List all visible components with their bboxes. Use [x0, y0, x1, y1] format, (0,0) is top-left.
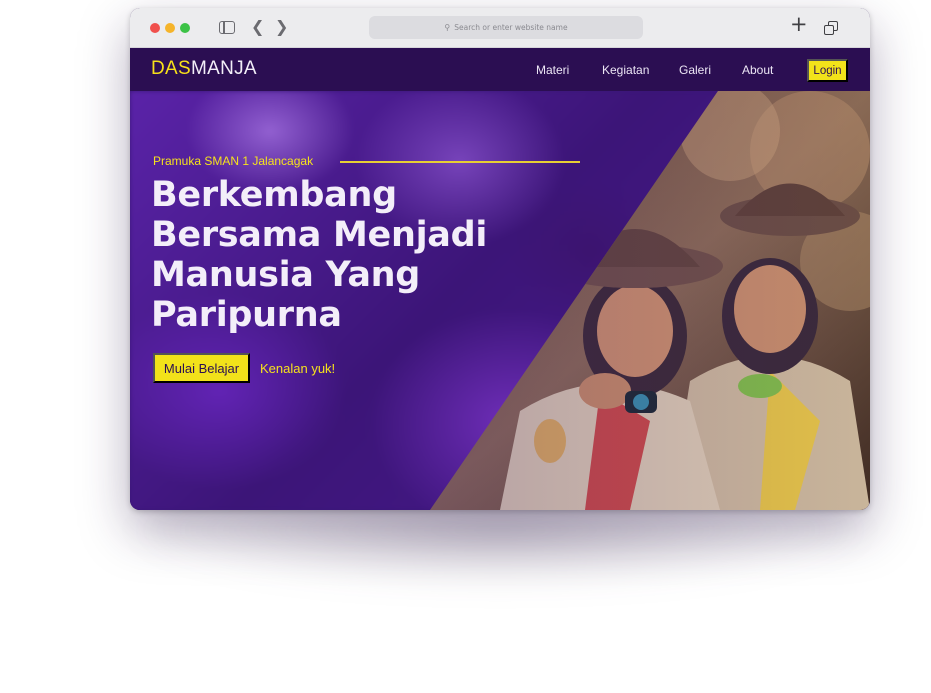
- minimize-window-button[interactable]: [165, 23, 175, 33]
- hero-section: Pramuka SMAN 1 Jalancagak Berkembang Ber…: [130, 91, 870, 510]
- site-navbar: DASMANJA Materi Kegiatan Galeri About Lo…: [130, 48, 870, 91]
- chevron-left-icon[interactable]: ❮: [251, 17, 264, 36]
- hero-title-line: Berkembang: [151, 175, 397, 215]
- plus-icon[interactable]: +: [790, 14, 808, 35]
- search-icon: ⚲: [444, 23, 451, 32]
- hero-title-line: Paripurna: [151, 295, 342, 335]
- browser-window: ❮ ❯ ⚲ Search or enter website name + DAS…: [130, 8, 870, 510]
- get-to-know-link[interactable]: Kenalan yuk!: [260, 361, 335, 376]
- address-bar[interactable]: ⚲ Search or enter website name: [369, 16, 643, 39]
- start-learning-button[interactable]: Mulai Belajar: [153, 353, 250, 383]
- site-logo[interactable]: DASMANJA: [151, 58, 257, 80]
- hero-title-line: Bersama Menjadi: [151, 215, 488, 255]
- nav-link-kegiatan[interactable]: Kegiatan: [602, 63, 649, 77]
- nav-link-galeri[interactable]: Galeri: [679, 63, 711, 77]
- address-bar-placeholder: Search or enter website name: [454, 23, 568, 32]
- hero-title: Berkembang Bersama Menjadi Manusia Yang …: [151, 175, 531, 335]
- logo-part-1: DAS: [151, 58, 191, 79]
- login-button[interactable]: Login: [807, 59, 848, 82]
- logo-part-2: MANJA: [190, 58, 257, 79]
- nav-link-materi[interactable]: Materi: [536, 63, 569, 77]
- tabs-overview-icon[interactable]: [824, 21, 838, 35]
- sidebar-toggle-icon[interactable]: [219, 21, 235, 34]
- hero-title-line: Manusia Yang: [151, 255, 421, 295]
- zoom-window-button[interactable]: [180, 23, 190, 33]
- hero-divider-line: [340, 161, 580, 163]
- close-window-button[interactable]: [150, 23, 160, 33]
- chevron-right-icon[interactable]: ❯: [275, 17, 288, 36]
- browser-toolbar: ❮ ❯ ⚲ Search or enter website name +: [130, 8, 870, 48]
- nav-link-about[interactable]: About: [742, 63, 773, 77]
- hero-subtitle: Pramuka SMAN 1 Jalancagak: [153, 154, 314, 168]
